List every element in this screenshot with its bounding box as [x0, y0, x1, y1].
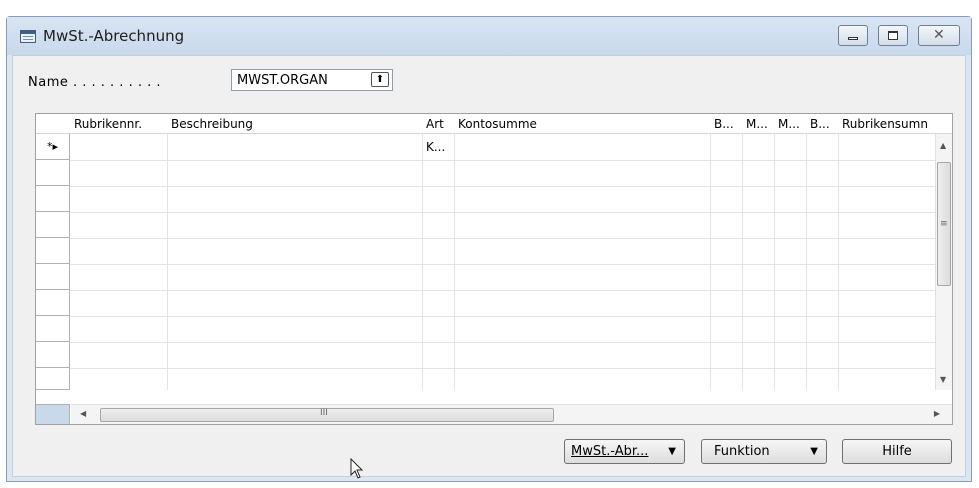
funktion-menu-button[interactable]: Funktion ▼ [701, 439, 827, 464]
form-body: Name . . . . . . . . . . MWST.ORGAN ⬆ Ru… [12, 55, 966, 479]
close-icon: ✕ [933, 27, 945, 43]
maximize-icon [888, 31, 898, 40]
col-header-rubrikensumme[interactable]: Rubrikensumn [838, 114, 938, 134]
scroll-left-icon[interactable]: ◀ [80, 409, 86, 418]
chevron-down-icon: ▼ [810, 446, 818, 457]
hilfe-button-label: Hilfe [882, 444, 912, 459]
minimize-button[interactable] [838, 25, 868, 46]
name-label: Name . . . . . . . . . . [28, 75, 161, 90]
cell-art[interactable]: K... [422, 135, 454, 160]
mwst-abr-button-label: MwSt.-Abr... [571, 444, 649, 459]
row-selector[interactable] [36, 160, 70, 186]
col-header-kontosumme[interactable]: Kontosumme [454, 114, 710, 134]
col-header-b1[interactable]: B... [710, 114, 742, 134]
horizontal-scroll-thumb[interactable]: III [100, 408, 554, 422]
chevron-down-icon: ▼ [668, 446, 676, 457]
row-selector[interactable] [36, 238, 70, 264]
window: MwSt.-Abrechnung ✕ Name . . . . . . . . … [6, 16, 972, 482]
row-selector[interactable] [36, 212, 70, 238]
scroll-grip-icon: III [320, 408, 328, 418]
minimize-icon [848, 37, 858, 40]
col-header-b2[interactable]: B... [806, 114, 838, 134]
row-selector[interactable] [36, 290, 70, 316]
hilfe-button[interactable]: Hilfe [842, 439, 952, 464]
scroll-up-icon[interactable]: ▲ [940, 141, 946, 150]
mwst-abr-menu-button[interactable]: MwSt.-Abr... ▼ [564, 439, 685, 464]
lookup-arrow-up-icon[interactable]: ⬆ [371, 72, 389, 87]
vertical-scrollbar[interactable]: ▲ ≡ ▼ [935, 134, 952, 390]
form-icon [20, 30, 36, 43]
statement-lines-grid[interactable]: Rubrikennr. Beschreibung Art Kontosumme … [35, 113, 953, 425]
scroll-right-icon[interactable]: ▶ [934, 409, 940, 418]
row-selector[interactable] [36, 264, 70, 290]
mouse-pointer-icon [350, 458, 364, 479]
name-field[interactable]: MWST.ORGAN ⬆ [231, 69, 393, 91]
col-header-rubrikennr[interactable]: Rubrikennr. [70, 114, 167, 134]
window-title: MwSt.-Abrechnung [43, 27, 185, 45]
close-button[interactable]: ✕ [918, 25, 960, 46]
title-bar[interactable]: MwSt.-Abrechnung ✕ [7, 17, 971, 55]
maximize-button[interactable] [878, 25, 908, 46]
name-value: MWST.ORGAN [237, 73, 328, 88]
funktion-button-label: Funktion [714, 444, 770, 459]
scroll-down-icon[interactable]: ▼ [940, 375, 946, 384]
row-selector[interactable] [36, 342, 70, 368]
col-header-art[interactable]: Art [422, 114, 454, 134]
col-header-m2[interactable]: M... [774, 114, 806, 134]
horizontal-scrollbar[interactable]: ◀ III ▶ [71, 404, 952, 424]
col-header-beschreibung[interactable]: Beschreibung [167, 114, 422, 134]
row-selector-corner [36, 404, 70, 424]
row-selector[interactable] [36, 368, 70, 390]
vertical-scroll-thumb[interactable]: ≡ [937, 162, 951, 286]
row-selector-new[interactable]: *▸ [36, 134, 70, 160]
row-selector[interactable] [36, 186, 70, 212]
scroll-grip-icon: ≡ [940, 219, 948, 229]
col-header-m1[interactable]: M... [742, 114, 774, 134]
row-selector[interactable] [36, 316, 70, 342]
